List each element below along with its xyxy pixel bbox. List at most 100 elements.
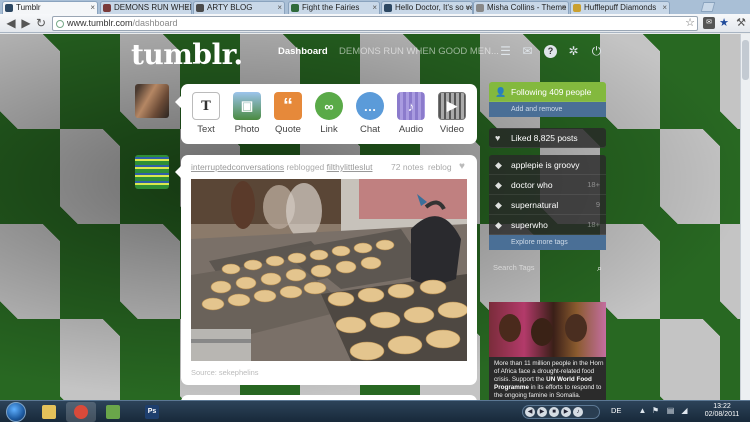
clock[interactable]: 13:22 02/08/2011	[703, 403, 741, 419]
network-icon[interactable]: ▤	[666, 406, 675, 415]
tab-close-icon[interactable]: ×	[662, 2, 667, 14]
chrome-icon	[74, 405, 88, 419]
browser-tab[interactable]: Misha Collins - Theme ×	[473, 1, 569, 14]
address-bar[interactable]: www.tumblr.com/dashboard	[52, 16, 698, 31]
tumblr-logo[interactable]: tumblr.	[131, 38, 243, 71]
tray-arrow-icon[interactable]: ▲	[638, 406, 647, 415]
text-post-icon: T	[192, 92, 220, 120]
action-center-icon[interactable]: ⚑	[651, 406, 660, 415]
post-photo[interactable]	[191, 179, 467, 361]
heart-icon: ♥	[495, 133, 501, 143]
search-icon[interactable]: ⌕	[597, 259, 602, 277]
next-icon[interactable]: ▶	[561, 407, 571, 417]
like-heart-icon[interactable]: ♥	[459, 161, 465, 172]
search-tags-input[interactable]: Search Tags ⌕	[489, 259, 606, 277]
tab-close-icon[interactable]: ×	[372, 2, 377, 14]
tab-label: DEMONS RUN WHEN	[114, 3, 192, 12]
wrench-icon[interactable]: ⚒	[735, 17, 747, 29]
quote-glyph: “	[283, 94, 293, 117]
video-post-icon: ▶	[438, 92, 466, 120]
list-icon[interactable]: ☰	[499, 45, 512, 58]
tag-label: doctor who	[511, 180, 553, 190]
windows-taskbar: Ps ◀ ▶ ■ ▶ ♪ DE ▲ ⚑ ▤ ◢ 13:22 02/08/2011	[0, 400, 750, 422]
tag-item[interactable]: ◆ supernatural 9	[489, 195, 606, 215]
tag-icon: ◆	[495, 200, 502, 210]
audio-post-icon: ♪	[397, 92, 425, 120]
mail-icon[interactable]: ✉	[521, 45, 534, 58]
scrollbar-thumb[interactable]	[742, 40, 749, 80]
extension-icon[interactable]: ✉	[703, 17, 715, 29]
photo-source-caption[interactable]: Source: sekephelins	[191, 368, 259, 377]
post-type-audio[interactable]: ♪ Audio	[393, 92, 429, 140]
media-controls[interactable]: ◀ ▶ ■ ▶ ♪	[522, 405, 600, 419]
power-icon[interactable]: ⏻	[590, 45, 603, 58]
browser-toolbar: ◀ ▶ ↻ www.tumblr.com/dashboard ☆ ✉ ★ ⚒	[0, 14, 750, 33]
tab-close-icon[interactable]: ×	[90, 2, 95, 14]
browser-tab[interactable]: Hufflepuff Diamonds ×	[570, 1, 670, 14]
browser-tab[interactable]: Fight the Fairies ×	[288, 1, 380, 14]
audio-glyph: ♪	[407, 98, 415, 114]
start-button[interactable]	[6, 402, 26, 422]
tag-item[interactable]: ◆ applepie is groovy	[489, 155, 606, 175]
tag-item[interactable]: ◆ superwho 18+	[489, 215, 606, 235]
tab-favicon-icon	[476, 4, 484, 12]
play-icon[interactable]: ▶	[537, 407, 547, 417]
following-count[interactable]: 👤 Following 409 people	[489, 82, 606, 102]
post-type-selector: T Text ▣ Photo “ Quote ∞ Link … Chat ♪ A…	[181, 84, 477, 144]
nav-dashboard[interactable]: Dashboard	[278, 46, 328, 57]
taskbar-app-explorer[interactable]	[34, 402, 64, 422]
browser-tab[interactable]: ARTY BLOG ×	[193, 1, 285, 14]
post-type-link[interactable]: ∞ Link	[311, 92, 347, 140]
prev-icon[interactable]: ◀	[525, 407, 535, 417]
star-icon[interactable]: ☆	[684, 17, 696, 29]
photoshop-icon: Ps	[145, 405, 159, 419]
post-username[interactable]: interruptedconversations	[191, 162, 284, 172]
browser-tab[interactable]: Tumblr ×	[2, 1, 98, 14]
bookmark-star-icon[interactable]: ★	[718, 17, 730, 29]
search-placeholder: Search Tags	[493, 263, 535, 272]
dashboard-sidebar: 👤 Following 409 people Add and remove ♥ …	[489, 82, 606, 277]
wfp-advertisement[interactable]: More than 11 million people in the Horn …	[489, 302, 606, 402]
nav-blog-title[interactable]: DEMONS RUN WHEN GOOD MEN...	[339, 46, 499, 57]
post-source-username[interactable]: filthylittleslut	[327, 162, 373, 172]
volume-icon[interactable]: ♪	[573, 407, 583, 417]
tab-close-icon[interactable]: ×	[465, 2, 470, 14]
post-type-photo[interactable]: ▣ Photo	[229, 92, 265, 140]
tab-favicon-icon	[384, 4, 392, 12]
taskbar-app-network[interactable]	[98, 402, 128, 422]
user-avatar[interactable]	[135, 84, 169, 118]
liked-posts[interactable]: ♥ Liked 8,825 posts	[489, 128, 606, 148]
globe-icon	[56, 20, 64, 28]
taskbar-app-chrome[interactable]	[66, 402, 96, 422]
help-icon[interactable]: ?	[544, 45, 557, 58]
tab-close-icon[interactable]: ×	[561, 2, 566, 14]
post-type-chat[interactable]: … Chat	[352, 92, 388, 140]
tab-close-icon[interactable]: ×	[277, 2, 282, 14]
network-icon	[106, 405, 120, 419]
tag-item[interactable]: ◆ doctor who 18+	[489, 175, 606, 195]
stop-icon[interactable]: ■	[549, 407, 559, 417]
chat-glyph: …	[363, 98, 377, 114]
reblog-button[interactable]: reblog	[428, 162, 452, 172]
link-post-icon: ∞	[315, 92, 343, 120]
back-arrow-icon[interactable]: ◀	[4, 16, 18, 30]
language-indicator[interactable]: DE	[611, 406, 621, 415]
post-notes-count[interactable]: 72 notes	[391, 162, 424, 172]
post-type-quote[interactable]: “ Quote	[270, 92, 306, 140]
forward-arrow-icon[interactable]: ▶	[19, 16, 33, 30]
post-type-video[interactable]: ▶ Video	[434, 92, 470, 140]
explore-tags-link[interactable]: Explore more tags	[489, 235, 606, 250]
tab-label: Fight the Fairies	[302, 3, 360, 12]
reload-icon[interactable]: ↻	[34, 16, 48, 30]
tab-favicon-icon	[573, 4, 581, 12]
post-type-text[interactable]: T Text	[188, 92, 224, 140]
add-remove-link[interactable]: Add and remove	[489, 102, 606, 117]
poster-avatar[interactable]	[135, 155, 169, 189]
browser-tab[interactable]: DEMONS RUN WHEN ×	[100, 1, 192, 14]
taskbar-app-photoshop[interactable]: Ps	[137, 402, 167, 422]
gear-icon[interactable]: ✲	[567, 45, 580, 58]
page-scrollbar[interactable]	[740, 34, 750, 400]
browser-tab[interactable]: Hello Doctor, It's so ve ×	[381, 1, 473, 14]
tab-close-icon[interactable]: ×	[184, 2, 189, 14]
speaker-icon[interactable]: ◢	[680, 406, 689, 415]
